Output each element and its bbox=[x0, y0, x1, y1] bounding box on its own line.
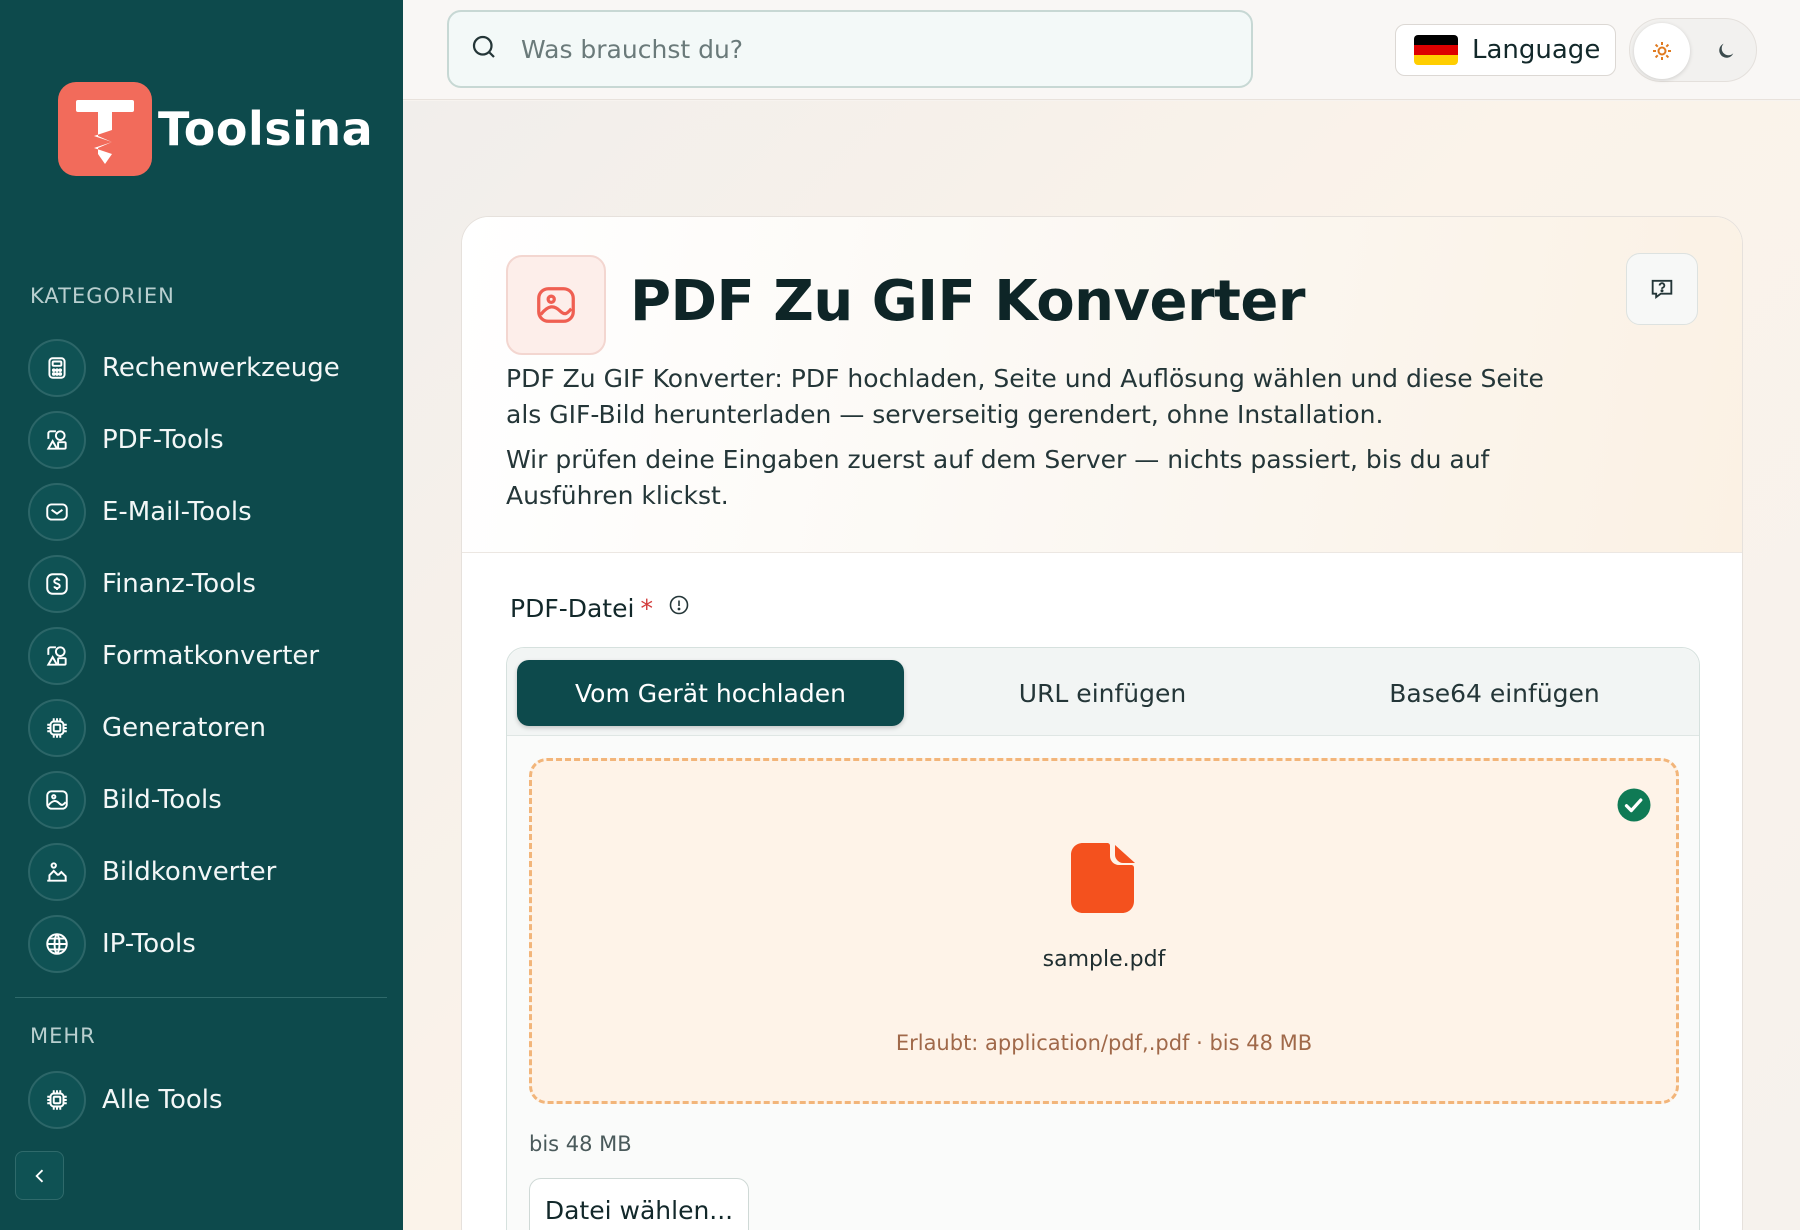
sidebar-item-bildkonverter[interactable]: Bildkonverter bbox=[28, 836, 388, 908]
categories-heading: KATEGORIEN bbox=[30, 284, 175, 308]
pdf-file-label: PDF-Datei * bbox=[510, 593, 691, 623]
sidebar-item-bild-tools[interactable]: Bild-Tools bbox=[28, 764, 388, 836]
sidebar-item-alle-tools[interactable]: Alle Tools bbox=[28, 1064, 388, 1136]
help-chat-icon bbox=[1651, 279, 1673, 300]
tab-insert-url[interactable]: URL einfügen bbox=[909, 660, 1296, 726]
theme-toggle[interactable] bbox=[1629, 18, 1757, 82]
sidebar-item-label: Formatkonverter bbox=[102, 641, 320, 671]
shapes-icon bbox=[28, 627, 86, 685]
input-method-tabs: Vom Gerät hochladen URL einfügen Base64 … bbox=[507, 648, 1699, 736]
sidebar-item-rechenwerkzeuge[interactable]: Rechenwerkzeuge bbox=[28, 332, 388, 404]
sidebar-item-generatoren[interactable]: Generatoren bbox=[28, 692, 388, 764]
chevron-left-icon bbox=[34, 1169, 43, 1182]
collapse-sidebar-button[interactable] bbox=[15, 1151, 64, 1200]
german-flag-icon bbox=[1414, 35, 1458, 65]
sidebar-item-label: IP-Tools bbox=[102, 929, 196, 959]
dollar-icon bbox=[28, 555, 86, 613]
language-button[interactable]: Language bbox=[1395, 24, 1616, 76]
sidebar-item-ip-tools[interactable]: IP-Tools bbox=[28, 908, 388, 980]
image-icon bbox=[506, 255, 606, 355]
calculator-icon bbox=[28, 339, 86, 397]
sidebar-item-label: Bild-Tools bbox=[102, 785, 222, 815]
input-method-panel: Vom Gerät hochladen URL einfügen Base64 … bbox=[506, 647, 1700, 1230]
sidebar-item-label: Generatoren bbox=[102, 713, 266, 743]
image-convert-icon bbox=[28, 843, 86, 901]
choose-file-button[interactable]: Datei wählen... bbox=[529, 1178, 749, 1230]
language-label: Language bbox=[1472, 35, 1601, 65]
search-input[interactable] bbox=[521, 34, 1201, 64]
top-bar: Language bbox=[403, 0, 1800, 100]
sidebar-item-formatkonverter[interactable]: Formatkonverter bbox=[28, 620, 388, 692]
sidebar-item-label: Alle Tools bbox=[102, 1085, 223, 1115]
sidebar-item-email-tools[interactable]: E-Mail-Tools bbox=[28, 476, 388, 548]
more-heading: MEHR bbox=[30, 1024, 96, 1048]
page-title: PDF Zu GIF Konverter bbox=[630, 269, 1306, 334]
moon-icon[interactable] bbox=[1698, 23, 1754, 79]
shapes-icon bbox=[28, 411, 86, 469]
search-icon bbox=[469, 32, 499, 66]
selected-file-name: sample.pdf bbox=[1042, 947, 1166, 972]
search-box[interactable] bbox=[447, 10, 1253, 88]
sidebar-item-label: PDF-Tools bbox=[102, 425, 224, 455]
tool-validation-note: Wir prüfen deine Eingaben zuerst auf dem… bbox=[506, 445, 1490, 510]
tab-upload-from-device[interactable]: Vom Gerät hochladen bbox=[517, 660, 904, 726]
image-icon bbox=[28, 771, 86, 829]
field-label-text: PDF-Datei bbox=[510, 593, 635, 623]
tool-header: PDF Zu GIF Konverter PDF Zu GIF Konverte… bbox=[462, 217, 1742, 553]
allowed-types-note: Erlaubt: application/pdf,.pdf · bis 48 M… bbox=[895, 1031, 1313, 1055]
sidebar-divider bbox=[15, 997, 387, 998]
file-dropzone[interactable]: sample.pdf Erlaubt: application/pdf,.pdf… bbox=[529, 758, 1679, 1104]
size-limit-note: bis 48 MB bbox=[529, 1132, 632, 1156]
tool-card: PDF Zu GIF Konverter PDF Zu GIF Konverte… bbox=[461, 216, 1743, 1230]
required-mark: * bbox=[640, 593, 653, 623]
globe-icon bbox=[28, 915, 86, 973]
sidebar-item-label: Rechenwerkzeuge bbox=[102, 353, 340, 383]
cpu-icon bbox=[28, 699, 86, 757]
brand-logo[interactable]: Toolsina bbox=[58, 82, 373, 176]
sun-icon[interactable] bbox=[1634, 23, 1690, 79]
sidebar-item-pdf-tools[interactable]: PDF-Tools bbox=[28, 404, 388, 476]
help-button[interactable] bbox=[1626, 253, 1698, 325]
toolsina-logo-icon bbox=[58, 82, 152, 176]
sidebar-item-finanz-tools[interactable]: Finanz-Tools bbox=[28, 548, 388, 620]
tool-description: PDF Zu GIF Konverter: PDF hochladen, Sei… bbox=[506, 364, 1544, 429]
sidebar: Toolsina KATEGORIEN Rechenwerkzeuge PDF-… bbox=[0, 0, 403, 1230]
sidebar-item-label: Finanz-Tools bbox=[102, 569, 256, 599]
mail-icon bbox=[28, 483, 86, 541]
more-list: Alle Tools bbox=[28, 1064, 388, 1136]
info-icon[interactable] bbox=[667, 593, 691, 623]
sidebar-item-label: Bildkonverter bbox=[102, 857, 277, 887]
check-circle-icon bbox=[1616, 787, 1652, 827]
category-list: Rechenwerkzeuge PDF-Tools E-Mail-Tools F… bbox=[28, 332, 388, 980]
cpu-icon bbox=[28, 1071, 86, 1129]
file-icon bbox=[1069, 841, 1139, 919]
sidebar-item-label: E-Mail-Tools bbox=[102, 497, 252, 527]
tab-insert-base64[interactable]: Base64 einfügen bbox=[1301, 660, 1688, 726]
brand-name: Toolsina bbox=[158, 102, 374, 156]
